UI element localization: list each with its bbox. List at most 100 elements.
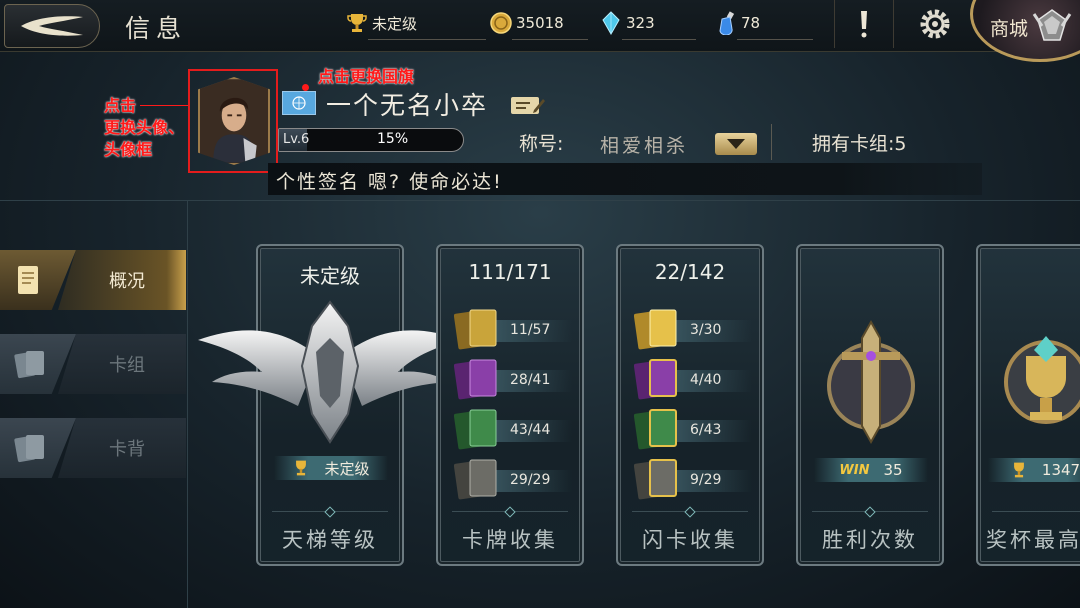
level-percent: 15% (377, 131, 409, 147)
wins-label: 胜利次数 (822, 528, 918, 552)
diamond-ornament-icon (864, 506, 876, 518)
un-flag-icon (292, 96, 306, 110)
potion-icon (715, 11, 737, 35)
foil-row-common: 9/29 (634, 458, 752, 502)
gear-icon (920, 9, 950, 39)
foil-rare-value: 6/43 (690, 422, 722, 438)
sidebar-item-deck[interactable]: 卡组 (0, 334, 186, 394)
ladder-rank-badge: 未定级 (274, 456, 388, 480)
wins-value: 35 (883, 461, 903, 479)
rank-display: 未定级 (346, 10, 486, 40)
max-trophy-badge: 1347 (988, 458, 1080, 482)
gem-amount: 323 (626, 14, 655, 32)
annotation-dot (302, 84, 309, 91)
card-collection-total: 111/171 (468, 260, 552, 284)
common-card-icon (454, 459, 497, 500)
epic-card-icon (454, 359, 497, 400)
rank-text: 未定级 (372, 14, 418, 33)
wins-card[interactable]: WIN 35 胜利次数 (796, 244, 944, 566)
potion-display: 78 (715, 10, 813, 40)
common-foil-card-icon (634, 459, 677, 500)
player-portrait-icon (200, 79, 268, 163)
foil-row-epic: 4/40 (634, 358, 752, 402)
rare-card-icon (454, 409, 497, 450)
collection-rare-value: 43/44 (510, 422, 551, 438)
trophy-icon (1013, 462, 1024, 478)
foil-epic-value: 4/40 (690, 372, 722, 388)
title-label: 称号: (519, 133, 564, 155)
card-back-icon (14, 435, 44, 463)
epic-foil-card-icon (634, 359, 677, 400)
diamond-ornament-icon (324, 506, 336, 518)
chevron-down-icon (727, 139, 745, 149)
collection-legendary-value: 11/57 (510, 322, 551, 338)
collection-row-rare: 43/44 (454, 408, 572, 452)
max-trophy-card[interactable]: 1347 奖杯最高 (976, 244, 1080, 566)
shop-label[interactable]: 商城 (990, 14, 1028, 41)
sword-shield-emblem-icon (827, 319, 915, 445)
foil-common-value: 9/29 (690, 472, 722, 488)
deck-count: 拥有卡组:5 (812, 133, 907, 155)
flag-button[interactable] (282, 91, 316, 115)
sidebar-item-label: 卡组 (58, 334, 186, 394)
level-text: Lv.6 (283, 132, 310, 147)
ladder-rank-head: 未定级 (300, 264, 360, 288)
signature-field[interactable]: 个性签名 嗯? 使命必达! (268, 163, 982, 195)
foil-collection-total: 22/142 (654, 260, 726, 284)
legendary-foil-card-icon (634, 309, 677, 350)
flag-hint-annotation: 点击更换国旗 (318, 67, 415, 86)
back-button[interactable] (4, 4, 100, 48)
collection-common-value: 29/29 (510, 472, 551, 488)
foil-row-legendary: 3/30 (634, 308, 752, 352)
shop-crest-icon (1032, 9, 1072, 41)
sidebar: 概况 卡组 卡背 (0, 200, 188, 608)
settings-button[interactable] (902, 0, 968, 48)
ladder-rank-label: 天梯等级 (282, 528, 378, 552)
top-bar: 信息 未定级 35018 323 78 (0, 0, 1080, 52)
title-dropdown-button[interactable] (715, 133, 757, 155)
crystal-icon (600, 11, 622, 35)
collection-row-epic: 28/41 (454, 358, 572, 402)
gem-display: 323 (600, 10, 696, 40)
edit-name-icon[interactable] (510, 94, 546, 116)
trophy-icon (296, 460, 307, 476)
title-value: 相爱相杀 (600, 135, 689, 157)
sidebar-item-label: 卡背 (58, 418, 186, 478)
foil-legendary-value: 3/30 (690, 322, 722, 338)
trophy-emblem-icon (1004, 336, 1080, 424)
max-trophy-label: 奖杯最高 (986, 528, 1080, 552)
wins-badge: WIN 35 (814, 458, 928, 482)
header-divider (771, 124, 772, 160)
potion-amount: 78 (741, 14, 761, 32)
back-arrow-icon (21, 16, 83, 36)
card-footer-line (992, 511, 1080, 512)
collection-epic-value: 28/41 (510, 372, 551, 388)
level-progress-bar: Lv.6 15% (278, 128, 464, 152)
foil-collection-label: 闪卡收集 (642, 528, 738, 552)
gold-amount: 35018 (516, 14, 564, 32)
sidebar-item-label: 概况 (58, 250, 186, 310)
foil-collection-card[interactable]: 22/142 3/30 4/40 6/43 9/29 闪卡收集 (616, 244, 764, 566)
avatar-button[interactable] (188, 69, 278, 173)
page-title: 信息 (125, 14, 188, 43)
sidebar-item-overview[interactable]: 概况 (0, 250, 186, 310)
collection-row-legendary: 11/57 (454, 308, 572, 352)
rare-foil-card-icon (634, 409, 677, 450)
foil-row-rare: 6/43 (634, 408, 752, 452)
gold-display: 35018 (490, 10, 588, 40)
notice-button[interactable] (834, 0, 894, 48)
win-tag: WIN (839, 462, 870, 478)
ladder-rank-badge-text: 未定级 (324, 459, 370, 478)
cards-icon (14, 351, 44, 379)
card-collection-card[interactable]: 111/171 11/57 28/41 43/44 29/29 卡牌收集 (436, 244, 584, 566)
sidebar-item-cardback[interactable]: 卡背 (0, 418, 186, 478)
player-name: 一个无名小卒 (326, 91, 489, 120)
trophy-icon (346, 11, 368, 35)
diamond-ornament-icon (504, 506, 516, 518)
gold-coin-icon (490, 11, 512, 35)
winged-shield-emblem-icon (198, 300, 462, 444)
collection-row-common: 29/29 (454, 458, 572, 502)
annotation-line (140, 105, 190, 106)
legendary-card-icon (454, 309, 497, 350)
scroll-icon (18, 266, 38, 294)
